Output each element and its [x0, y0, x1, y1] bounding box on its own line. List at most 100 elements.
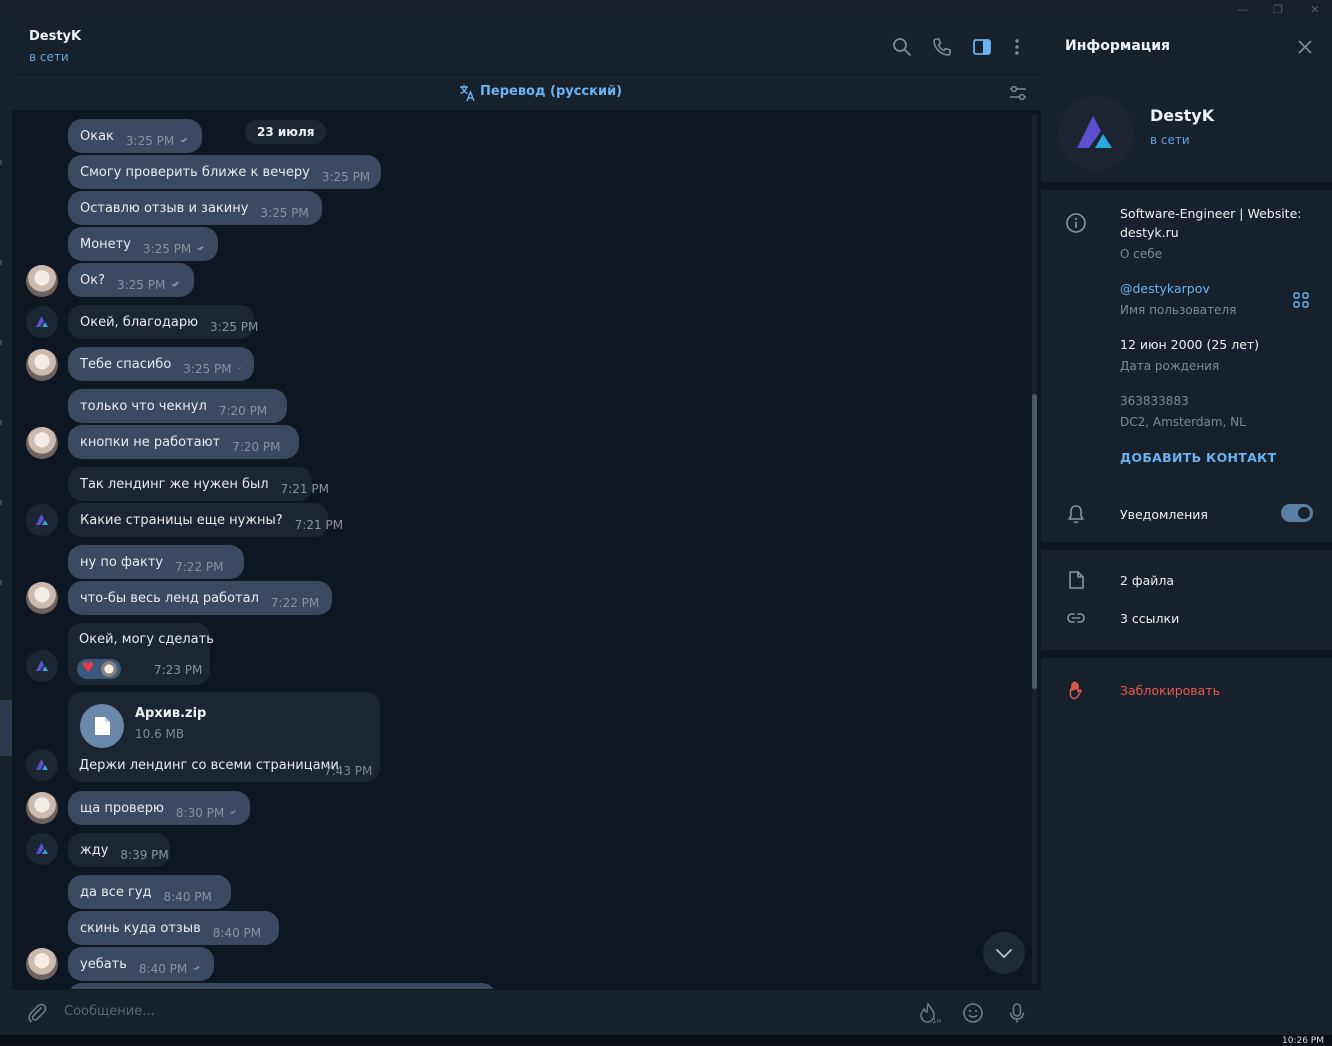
avatar[interactable]	[26, 504, 58, 536]
user-id[interactable]: 363833883	[1120, 394, 1189, 408]
message-text: Ок?	[80, 272, 105, 288]
profile-avatar[interactable]	[1059, 96, 1133, 170]
message-bubble[interactable]: Окак 3:25 PM	[68, 119, 202, 153]
avatar[interactable]	[26, 749, 58, 781]
message-bubble[interactable]: уебать 8:40 PM	[68, 947, 214, 981]
message-bubble[interactable]: ща проверю 8:30 PM	[68, 791, 250, 825]
strip-marker	[0, 260, 2, 265]
scroll-down-button[interactable]	[983, 932, 1025, 974]
file-name[interactable]: Архив.zip	[135, 706, 206, 721]
birthday-value: 12 июн 2000 (25 лет)	[1120, 337, 1260, 352]
sidebar-toggle-icon[interactable]	[971, 36, 993, 58]
shared-links-link[interactable]: 3 ссылки	[1120, 611, 1179, 626]
message-text: только что чекнул	[80, 398, 207, 414]
restore-button[interactable]: ❐	[1268, 2, 1288, 18]
shared-files-link[interactable]: 2 файла	[1120, 573, 1174, 588]
message-list[interactable]: 23 июля Окак 3:25 PM Смогу проверить бли…	[12, 110, 1041, 989]
file-size: 10.6 MB	[135, 727, 185, 741]
message-text: Монету	[80, 236, 131, 252]
message-time: 7:22 PM	[175, 559, 224, 574]
avatar[interactable]	[26, 265, 58, 297]
message-bubble[interactable]: Окей, благодарю 3:25 PM	[68, 305, 258, 339]
search-icon[interactable]	[891, 36, 913, 58]
message-bubble[interactable]: Так лендинг же нужен был 7:21 PM	[68, 467, 329, 501]
username-link[interactable]: @destykarpov	[1120, 281, 1210, 296]
avatar[interactable]	[26, 306, 58, 338]
bio-link[interactable]: destyk.ru	[1120, 225, 1179, 240]
more-vertical-icon[interactable]	[1006, 36, 1028, 58]
file-download-button[interactable]	[80, 704, 124, 748]
window-close-button[interactable]: ✕	[1305, 2, 1325, 18]
logo-icon	[36, 514, 48, 525]
translate-icon	[460, 85, 475, 102]
message-time: 7:21 PM	[280, 481, 329, 496]
message-time: 7:20 PM	[218, 403, 268, 418]
heart-icon: ♥	[82, 660, 95, 676]
message-bubble[interactable]: Смогу проверить ближе к вечеру 3:25 PM	[68, 155, 381, 189]
message-bubble[interactable]: только что чекнул 7:20 PM	[68, 389, 287, 423]
message-bubble[interactable]: да все гуд 8:40 PM	[68, 875, 231, 909]
strip-marker	[0, 160, 2, 165]
read-checkmark-icon	[237, 367, 241, 369]
avatar[interactable]	[26, 650, 58, 682]
minimize-button[interactable]: —	[1233, 2, 1253, 18]
read-checkmark-icon	[273, 409, 275, 411]
message-input[interactable]: Сообщение...	[64, 1004, 155, 1019]
message-bubble[interactable]: Какие страницы еще нужны? 7:21 PM	[68, 503, 343, 537]
notifications-label: Уведомления	[1120, 507, 1208, 522]
message-bubble[interactable]: Оставлю отзыв и закину 3:25 PM	[68, 191, 322, 225]
phone-icon[interactable]	[931, 36, 953, 58]
message-bubble[interactable]: Монету 3:25 PM	[68, 227, 218, 261]
strip-marker	[0, 580, 2, 585]
add-contact-button[interactable]: ДОБАВИТЬ КОНТАКТ	[1120, 450, 1276, 465]
message-time: 8:30 PM	[175, 805, 225, 820]
strip-marker	[0, 500, 2, 505]
profile-name: DestyK	[1150, 106, 1215, 125]
avatar[interactable]	[26, 349, 58, 381]
chat-list-strip[interactable]	[0, 20, 12, 1045]
qr-code-icon[interactable]	[1292, 291, 1310, 309]
avatar[interactable]	[26, 582, 58, 614]
read-checkmark-icon	[286, 445, 287, 447]
chat-status: в сети	[29, 50, 69, 64]
bio-label: О себе	[1120, 247, 1163, 261]
microphone-icon[interactable]	[1005, 1001, 1029, 1025]
message-bubble[interactable]: Тебе спасибо 3:25 PM	[68, 347, 254, 381]
avatar[interactable]	[26, 427, 58, 459]
avatar[interactable]	[26, 833, 58, 865]
message-bubble[interactable]: кнопки не работают 7:20 PM	[68, 425, 299, 459]
read-checkmark-icon	[230, 810, 237, 814]
notifications-toggle[interactable]	[1281, 504, 1313, 522]
close-icon[interactable]	[1297, 39, 1313, 55]
message-time: 7:43 PM	[324, 764, 373, 778]
reaction-chip[interactable]: ♥	[77, 659, 121, 679]
schedule-fire-icon[interactable]: 1н	[917, 1001, 941, 1025]
message-bubble[interactable]: скинь куда отзыв 8:40 PM	[68, 911, 279, 945]
attach-icon[interactable]	[26, 1002, 48, 1024]
file-message[interactable]: Архив.zip 10.6 MB Держи лендинг со всеми…	[68, 692, 380, 782]
message-bubble[interactable]: Ок? 3:25 PM	[68, 263, 194, 297]
message-bubble[interactable]: Окей, могу сделать ♥ 7:23 PM	[68, 623, 214, 685]
message-bubble[interactable]: жду 8:39 PM	[68, 833, 170, 867]
message-bubble[interactable]: что-бы весь ленд работал 7:22 PM	[68, 581, 332, 615]
avatar[interactable]	[26, 792, 58, 824]
taskbar	[0, 1035, 1332, 1045]
block-user-button[interactable]: Заблокировать	[1120, 683, 1220, 698]
chevron-down-icon	[996, 949, 1012, 959]
translate-label[interactable]: Перевод (русский)	[480, 84, 622, 99]
message-bubble[interactable]: ну по факту 7:22 PM	[68, 545, 244, 579]
divider	[1041, 650, 1332, 658]
emoji-icon[interactable]	[961, 1001, 985, 1025]
avatar[interactable]	[26, 948, 58, 980]
messages-scrollbar[interactable]	[1032, 114, 1037, 984]
filters-icon[interactable]	[1008, 84, 1028, 102]
message-text: ща проверю	[80, 800, 164, 816]
active-chat-marker[interactable]	[0, 700, 12, 756]
window-titlebar: — ❐ ✕	[0, 0, 1332, 20]
chat-header: DestyK в сети	[12, 20, 1041, 74]
scrollbar-thumb[interactable]	[1032, 394, 1037, 689]
message-time: 3:25 PM	[210, 319, 259, 334]
chat-title[interactable]: DestyK	[29, 29, 81, 44]
message-text: что-бы весь ленд работал	[80, 590, 259, 606]
message-time: 3:25 PM	[183, 361, 232, 376]
